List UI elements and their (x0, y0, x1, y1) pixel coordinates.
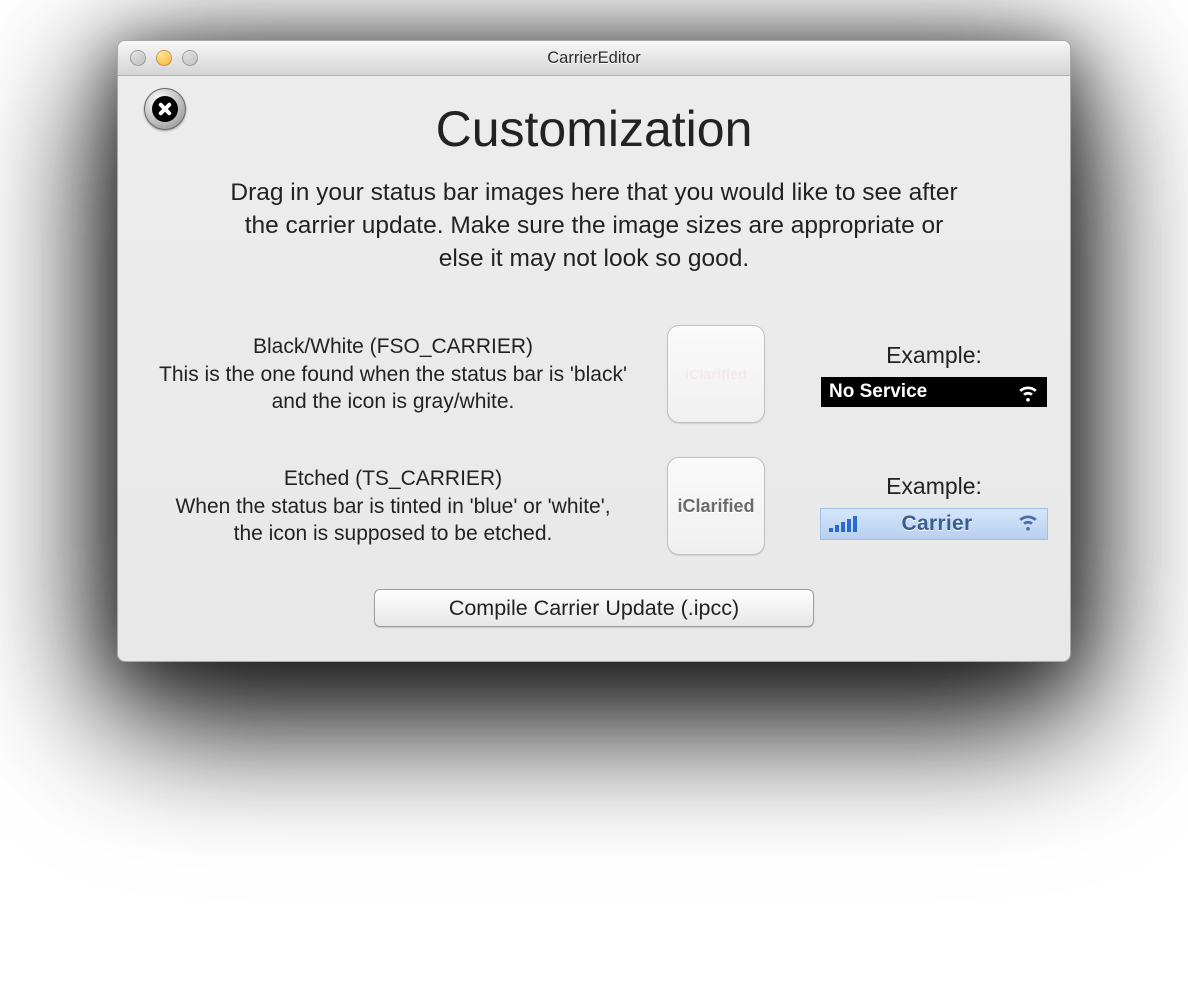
bw-example-status-text: No Service (829, 381, 927, 403)
bw-example-statusbar: No Service (821, 377, 1047, 407)
bw-drop-target[interactable]: iClarified (667, 325, 765, 423)
close-icon[interactable] (144, 88, 186, 130)
wifi-icon (1017, 381, 1039, 403)
signal-bars-icon (829, 516, 857, 532)
bw-drop-preview: iClarified (685, 366, 747, 382)
bw-example: Example: No Service (804, 342, 1064, 407)
bw-description: Black/White (FSO_CARRIER) This is the on… (158, 333, 628, 415)
bw-desc-text: This is the one found when the status ba… (159, 363, 627, 413)
row-etched: Etched (TS_CARRIER) When the status bar … (158, 457, 1030, 555)
page-title: Customization (158, 100, 1030, 158)
etched-example-label: Example: (804, 473, 1064, 500)
window-title: CarrierEditor (118, 49, 1070, 68)
compile-button[interactable]: Compile Carrier Update (.ipcc) (374, 589, 814, 627)
close-window-button[interactable] (130, 50, 146, 66)
app-window: CarrierEditor Customization Drag in your… (117, 40, 1071, 662)
etched-example-statusbar: Carrier (820, 508, 1048, 540)
bw-example-label: Example: (804, 342, 1064, 369)
zoom-window-button[interactable] (182, 50, 198, 66)
instructions-text: Drag in your status bar images here that… (224, 176, 964, 275)
etched-drop-preview: iClarified (677, 496, 754, 517)
titlebar[interactable]: CarrierEditor (118, 41, 1070, 76)
etched-desc-text: When the status bar is tinted in 'blue' … (175, 495, 610, 545)
bw-label: Black/White (FSO_CARRIER) (158, 333, 628, 360)
row-black-white: Black/White (FSO_CARRIER) This is the on… (158, 325, 1030, 423)
minimize-window-button[interactable] (156, 50, 172, 66)
etched-label: Etched (TS_CARRIER) (158, 465, 628, 492)
etched-example-status-text: Carrier (902, 512, 973, 536)
content-area: Customization Drag in your status bar im… (118, 76, 1070, 661)
traffic-lights (118, 50, 198, 66)
etched-drop-target[interactable]: iClarified (667, 457, 765, 555)
etched-description: Etched (TS_CARRIER) When the status bar … (158, 465, 628, 547)
wifi-icon (1017, 510, 1039, 538)
etched-example: Example: Carrier (804, 473, 1064, 540)
